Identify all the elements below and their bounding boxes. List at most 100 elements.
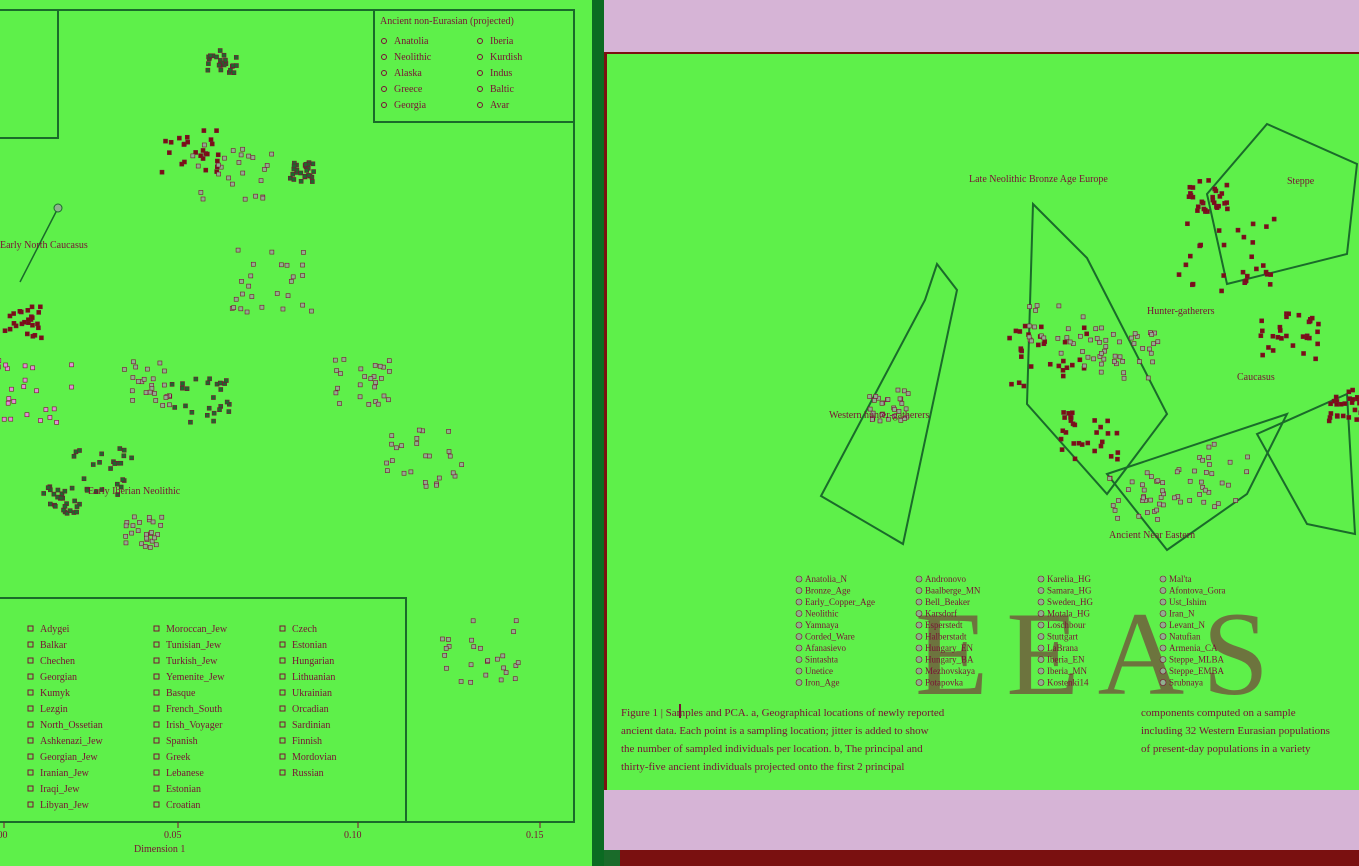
right-legend-item: Anatolia_N — [805, 574, 847, 584]
scatter-point — [1216, 228, 1222, 233]
right-legend-item: Srubnaya — [1169, 678, 1203, 688]
scatter-point — [209, 141, 215, 147]
pane-divider[interactable] — [592, 0, 604, 866]
scatter-point — [240, 170, 246, 176]
scatter-point — [190, 153, 196, 159]
scatter-point — [231, 70, 237, 75]
scatter-point — [11, 321, 17, 326]
scatter-point — [1217, 194, 1223, 199]
scatter-point — [1149, 474, 1154, 479]
scatter-point — [341, 357, 347, 362]
scatter-point — [280, 306, 286, 312]
scatter-point — [902, 388, 907, 394]
resize-icon[interactable] — [604, 850, 620, 866]
scatter-point — [1062, 339, 1068, 345]
scatter-point — [39, 335, 44, 341]
scatter-point — [386, 397, 391, 403]
right-legend-item: LaBrana — [1047, 643, 1078, 653]
scatter-point — [1071, 441, 1077, 446]
caption-line: the number of sampled individuals per lo… — [621, 743, 923, 755]
scatter-point — [1206, 455, 1212, 460]
scatter-point — [1140, 495, 1146, 501]
scatter-point — [1058, 436, 1064, 442]
scatter-point — [389, 441, 394, 447]
scatter-point — [1245, 454, 1250, 460]
legend-marker — [27, 625, 34, 632]
scatter-point — [1241, 234, 1247, 240]
scatter-point — [238, 152, 244, 158]
document-page-view[interactable]: Late Neolithic Bronze Age Europe Steppe … — [604, 52, 1359, 790]
scatter-point — [372, 363, 378, 368]
legend-marker — [279, 737, 286, 744]
scatter-point — [235, 247, 241, 253]
scatter-point — [300, 302, 305, 308]
scatter-point — [358, 366, 364, 372]
bottom-legend-item: Orcadian — [292, 704, 329, 715]
scatter-point — [284, 262, 290, 268]
convex-hull — [1205, 122, 1359, 286]
scatter-point — [500, 653, 506, 659]
right-region-label-1: Steppe — [1287, 176, 1315, 187]
scatter-point — [1214, 205, 1220, 210]
scatter-point — [290, 274, 296, 280]
scatter-point — [483, 672, 489, 678]
scatter-point — [1148, 497, 1153, 503]
scatter-point — [112, 461, 118, 466]
scatter-point — [1033, 308, 1038, 313]
right-legend-item: Loschbour — [1047, 620, 1086, 630]
scatter-point — [218, 387, 224, 392]
bottom-legend-item: Greek — [166, 752, 190, 763]
scatter-point — [434, 482, 439, 488]
bottom-legend-item: Moroccan_Jew — [166, 624, 228, 635]
convex-hull — [1255, 392, 1357, 536]
scatter-point — [3, 362, 8, 368]
scatter-point — [905, 391, 911, 396]
legend-marker — [153, 721, 160, 728]
scatter-point — [144, 535, 149, 541]
scatter-point — [193, 376, 199, 382]
scatter-point — [1185, 221, 1190, 227]
scatter-point — [230, 181, 235, 187]
legend-marker — [1037, 633, 1045, 640]
scatter-point — [1026, 334, 1032, 340]
legend-marker — [795, 656, 803, 663]
scatter-point — [1009, 381, 1014, 387]
scatter-point — [74, 509, 79, 515]
scatter-point — [169, 382, 175, 387]
scatter-point — [123, 533, 128, 539]
scatter-point — [246, 283, 252, 289]
legend-marker — [1159, 610, 1167, 617]
scatter-point — [1219, 288, 1224, 294]
scatter-point — [1304, 335, 1310, 341]
scatter-point — [1116, 498, 1121, 503]
scatter-point — [236, 160, 242, 165]
bottom-legend-item: Yemenite_Jew — [166, 672, 225, 683]
scatter-point — [38, 418, 43, 423]
scatter-point — [470, 618, 476, 624]
top-legend-item: Alaska — [394, 68, 422, 79]
scatter-point — [264, 163, 270, 168]
legend-marker — [477, 70, 483, 76]
scatter-point — [291, 177, 297, 182]
legend-marker — [915, 667, 923, 675]
scatter-point — [29, 315, 35, 320]
scatter-point — [6, 396, 12, 401]
bottom-legend-item: Hungarian — [292, 656, 334, 667]
scatter-point — [1103, 344, 1109, 349]
scatter-point — [867, 394, 873, 399]
legend-marker — [477, 38, 483, 44]
scatter-point — [1088, 337, 1093, 343]
legend-marker — [279, 673, 286, 680]
scatter-point — [1195, 204, 1201, 210]
scatter-point — [162, 368, 167, 374]
scatter-point — [150, 519, 156, 525]
scatter-point — [1244, 469, 1249, 475]
scatter-point — [468, 662, 474, 668]
scatter-point — [1065, 326, 1071, 332]
scatter-point — [147, 545, 153, 550]
right-document-pane: Late Neolithic Bronze Age Europe Steppe … — [604, 0, 1359, 866]
scatter-point — [1016, 380, 1022, 386]
scatter-point — [211, 395, 216, 400]
scatter-point — [1190, 185, 1196, 190]
scatter-point — [279, 262, 284, 268]
